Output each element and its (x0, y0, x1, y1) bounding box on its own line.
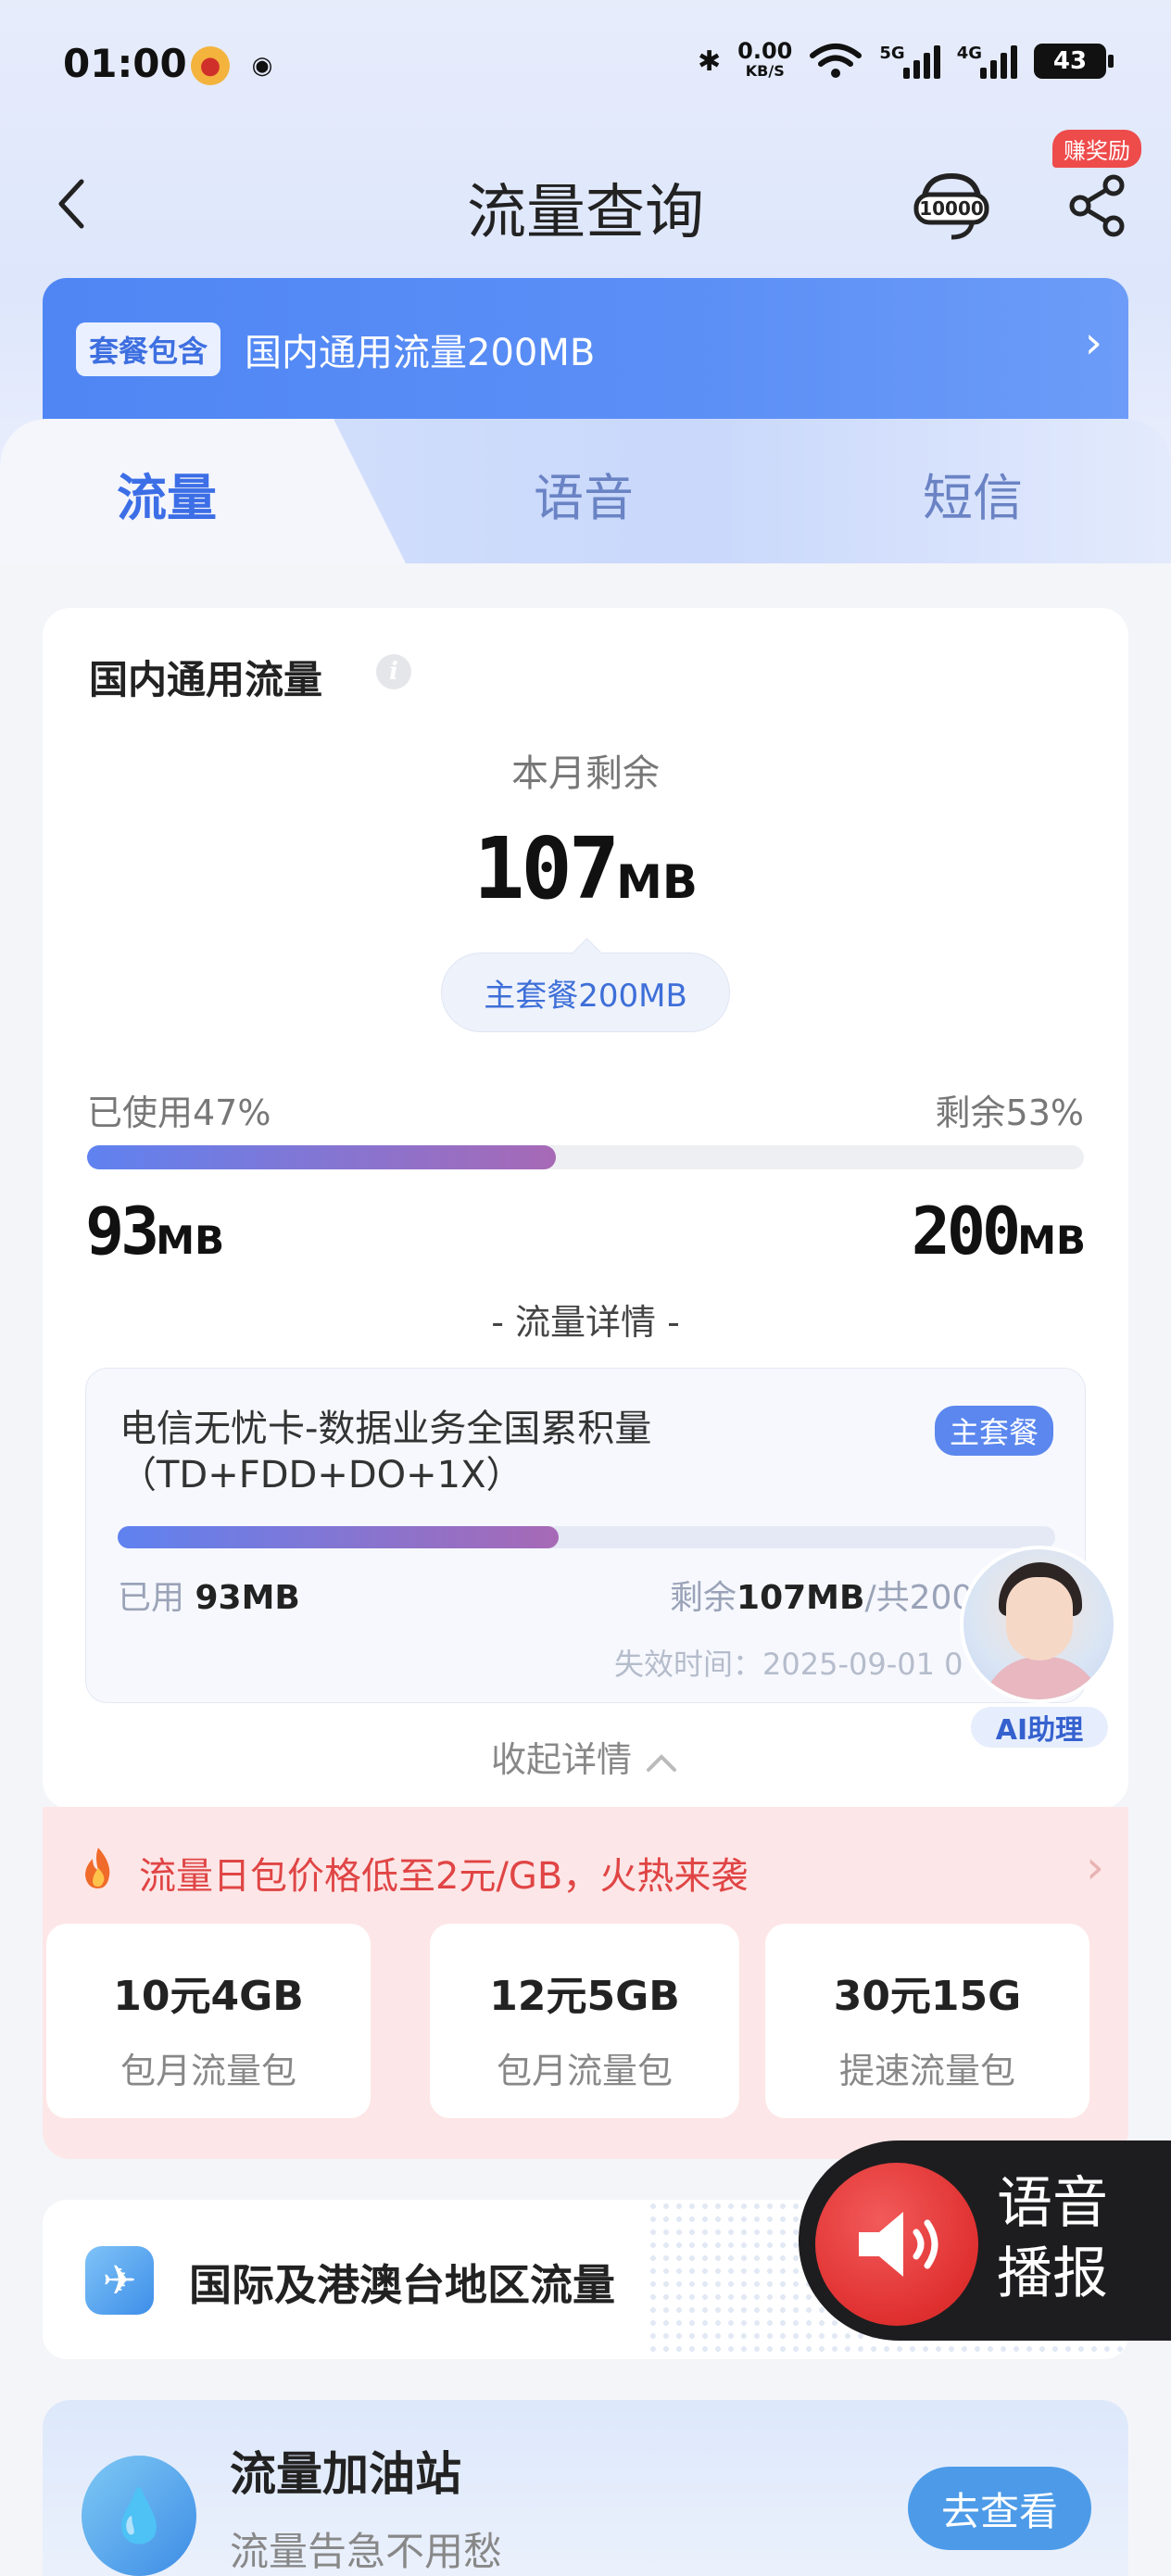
package-detail: 电信无忧卡-数据业务全国累积量（TD+FDD+DO+1X） 主套餐 已用 93M… (85, 1368, 1086, 1703)
package-used: 已用 93MB (118, 1579, 300, 1617)
wechat-icon: ◉ (251, 52, 273, 80)
usage-progress-fill (87, 1145, 556, 1169)
status-indicators: ✱ 0.00 KB/S 5G 4G 43 (698, 38, 1114, 82)
tab-sms[interactable]: 短信 (797, 419, 1149, 567)
10000-service-icon: 10000 (913, 172, 989, 240)
collapse-details-button[interactable]: 收起详情 (43, 1731, 1128, 1782)
share-button[interactable] (1065, 172, 1132, 239)
earn-reward-badge[interactable]: 赚奖励 (1052, 130, 1141, 168)
fire-icon (80, 1846, 117, 1890)
wifi-icon (810, 44, 863, 78)
usage-progress-bar (87, 1145, 1084, 1169)
promo-item[interactable]: 30元15G 提速流量包 (765, 1924, 1089, 2118)
package-progress-bar (118, 1526, 1055, 1548)
voice-broadcast-label: 语音 播报 (997, 2171, 1108, 2306)
net-speed: 0.00 KB/S (737, 38, 793, 80)
package-remaining: 剩余107MB/共200 (670, 1579, 974, 1617)
tab-underlay (0, 563, 1171, 591)
usage-title: 国内通用流量 (89, 657, 323, 702)
remain-value: 107MB (472, 819, 699, 918)
promo-item[interactable]: 12元5GB 包月流量包 (430, 1924, 739, 2118)
chevron-left-icon (58, 179, 84, 229)
promo-section: 流量日包价格低至2元/GB，火热来袭 › 10元4GB 包月流量包 12元5GB… (43, 1807, 1128, 2159)
view-button[interactable]: 去查看 (908, 2467, 1091, 2550)
airplane-icon: ✈ (85, 2246, 154, 2315)
water-drop-icon: 💧 (82, 2456, 196, 2576)
used-percent: 已使用47% (87, 1092, 271, 1133)
detail-section-label: - 流量详情 - (491, 1302, 680, 1343)
bluetooth-icon: ✱ (698, 44, 722, 78)
battery-icon: 43 (1034, 44, 1114, 79)
info-icon[interactable]: i (376, 654, 411, 689)
package-progress-fill (118, 1526, 559, 1548)
avatar-face (1006, 1577, 1073, 1661)
remain-label: 本月剩余 (511, 752, 660, 795)
tab-data[interactable]: 流量 (0, 419, 408, 567)
plan-banner[interactable]: 套餐包含 国内通用流量200MB › (43, 278, 1128, 426)
speaker-icon (815, 2163, 978, 2326)
status-bar: 01:00 ● ◉ ✱ 0.00 KB/S 5G 4G 43 (0, 0, 1171, 139)
promo-item[interactable]: 10元4GB 包月流量包 (46, 1924, 371, 2118)
plan-text: 国内通用流量200MB (245, 332, 596, 374)
tab-voice[interactable]: 语音 (408, 419, 760, 567)
signal-4g-icon: 4G (957, 44, 1017, 79)
refuel-subtitle: 流量告急不用愁 (230, 2529, 503, 2574)
chevron-up-icon (647, 1753, 677, 1772)
refuel-title: 流量加油站 (230, 2447, 461, 2501)
international-title: 国际及港澳台地区流量 (189, 2260, 615, 2310)
package-expire: 失效时间：2025-09-01 0 (614, 1647, 963, 1682)
signal-5g-icon: 5G (879, 44, 940, 79)
chevron-right-icon: › (1084, 317, 1102, 369)
page-title: 流量查询 (467, 179, 704, 247)
share-icon (1069, 174, 1125, 237)
ai-assistant-avatar[interactable] (960, 1546, 1117, 1703)
svg-text:10000: 10000 (919, 197, 984, 220)
avatar-body (982, 1657, 1102, 1699)
ai-assistant-label[interactable]: AI助理 (969, 1705, 1110, 1749)
voice-broadcast-button[interactable]: 语音 播报 (799, 2140, 1171, 2341)
plan-tag: 套餐包含 (76, 322, 221, 376)
package-name: 电信无忧卡-数据业务全国累积量（TD+FDD+DO+1X） (120, 1408, 652, 1496)
data-refuel-card[interactable]: 💧 流量加油站 流量告急不用愁 去查看 (43, 2400, 1128, 2576)
promo-headline[interactable]: 流量日包价格低至2元/GB，火热来袭 (139, 1846, 748, 1900)
status-time: 01:00 (63, 41, 187, 86)
total-amount: 200MB (911, 1193, 1086, 1269)
remaining-percent: 剩余53% (935, 1092, 1084, 1133)
weibo-icon: ● (191, 46, 230, 85)
main-plan-badge: 主套餐 (934, 1406, 1053, 1456)
tab-bar: 流量 语音 短信 (0, 419, 1171, 567)
chevron-right-icon[interactable]: › (1086, 1840, 1104, 1894)
used-amount: 93MB (85, 1193, 225, 1269)
plan-pill: 主套餐200MB (441, 953, 730, 1032)
back-button[interactable] (54, 167, 100, 241)
customer-service-button[interactable]: 10000 (913, 167, 990, 245)
